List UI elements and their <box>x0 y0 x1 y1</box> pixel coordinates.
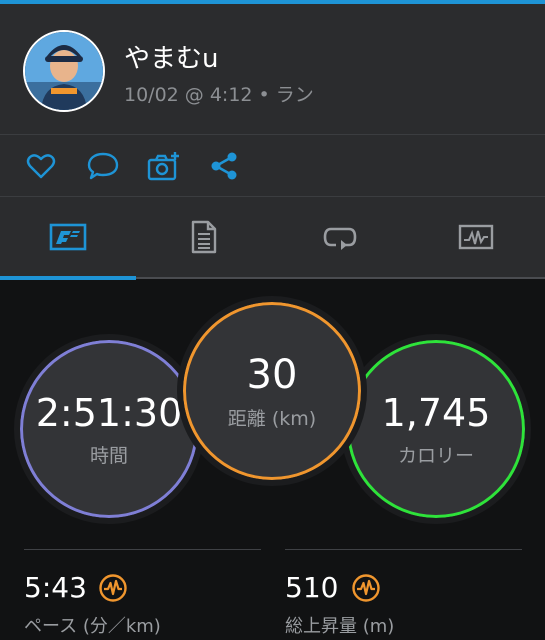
share-icon <box>211 152 237 180</box>
performance-icon[interactable] <box>98 573 128 603</box>
distance-circle: 30 距離 (km) <box>177 296 367 486</box>
divider <box>24 549 261 550</box>
ascent-value: 510 <box>285 571 339 604</box>
laps-icon <box>323 227 357 250</box>
tab-summary[interactable] <box>0 197 136 277</box>
avatar[interactable] <box>23 30 105 112</box>
action-bar <box>0 135 545 196</box>
avatar-image <box>25 32 103 110</box>
ascent-label: 総上昇量 (m) <box>285 616 395 637</box>
add-photo-icon <box>147 152 179 181</box>
time-value: 2:51:30 <box>35 390 183 435</box>
tab-bar <box>0 197 545 277</box>
share-button[interactable] <box>207 149 241 183</box>
add-photo-button[interactable] <box>147 149 181 183</box>
calories-circle: 1,745 カロリー <box>341 334 531 524</box>
tab-charts[interactable] <box>408 197 544 277</box>
comment-button[interactable] <box>86 149 120 183</box>
tab-laps[interactable] <box>272 197 408 277</box>
calories-label: カロリー <box>397 444 474 467</box>
username[interactable]: やまむu <box>124 38 218 75</box>
pace-value: 5:43 <box>24 571 87 604</box>
tab-details[interactable] <box>136 197 272 277</box>
summary-flag-icon <box>49 223 87 251</box>
heart-icon <box>26 154 56 179</box>
chart-icon <box>458 224 494 250</box>
divider <box>285 549 522 550</box>
performance-icon[interactable] <box>351 573 381 603</box>
comment-icon <box>87 152 119 180</box>
distance-value: 30 <box>246 351 298 398</box>
pace-label: ペース (分／km) <box>24 616 161 637</box>
calories-value: 1,745 <box>381 390 491 435</box>
activity-header: やまむu 10/02 @ 4:12 • ラン <box>0 4 545 135</box>
details-document-icon <box>191 220 217 254</box>
time-label: 時間 <box>89 444 128 467</box>
like-button[interactable] <box>24 149 58 183</box>
distance-label: 距離 (km) <box>227 407 317 430</box>
active-tab-indicator <box>0 276 136 280</box>
activity-meta: 10/02 @ 4:12 • ラン <box>124 84 314 106</box>
time-circle: 2:51:30 時間 <box>14 334 204 524</box>
divider <box>136 277 545 279</box>
